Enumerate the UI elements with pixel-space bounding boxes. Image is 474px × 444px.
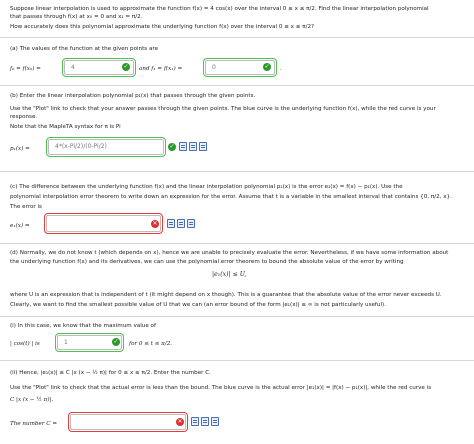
part-i-heading: (i) In this case, we know that the maxim… <box>10 323 156 329</box>
help-icon[interactable] <box>211 417 219 426</box>
cos-max-suffix: for 0 ≤ t ≤ π/2. <box>129 341 173 347</box>
intro-line-2: that passes through f(x) at x₀ = 0 and x… <box>10 14 143 20</box>
p1-input[interactable]: 4*(x-Pi/2)/(0-Pi/2) <box>46 137 166 157</box>
part-c-line-2: polynomial interpolation error theorem t… <box>10 194 452 200</box>
part-a-heading: (a) The values of the function at the gi… <box>10 46 159 52</box>
plot-icon[interactable] <box>177 219 185 228</box>
part-b-note-1b: response. <box>10 114 38 120</box>
divider <box>0 171 474 172</box>
f1-label: and f₁ = f(x₁) = <box>139 66 183 72</box>
error-bound-display: |e₁(x)| ≤ U, <box>212 271 247 278</box>
part-ii-line-2: Use the "Plot" link to check that the ac… <box>10 385 432 391</box>
part-b-heading: (b) Enter the linear interpolation polyn… <box>10 93 256 99</box>
plot-icon[interactable] <box>201 417 209 426</box>
f0-input-value: 4 <box>71 64 75 71</box>
divider <box>0 85 474 86</box>
part-b-note-1: Use the "Plot" link to check that your a… <box>10 106 436 112</box>
part-d-line-2: the underlying function f(x) and its der… <box>10 259 404 265</box>
part-b-note-2: Note that the MapleTA syntax for π is Pi <box>10 124 121 130</box>
correct-check-icon: ✓ <box>168 143 176 151</box>
divider <box>0 360 474 361</box>
p1-label: p₁(x) = <box>10 146 30 152</box>
c-label: The number C = <box>10 421 58 427</box>
preview-icon[interactable] <box>191 417 199 426</box>
preview-icon[interactable] <box>179 142 187 151</box>
preview-icon[interactable] <box>167 219 175 228</box>
intro-line-1: Suppose linear interpolation is used to … <box>10 6 429 12</box>
divider <box>0 37 474 38</box>
help-icon[interactable] <box>199 142 207 151</box>
incorrect-x-icon: ✕ <box>176 418 184 426</box>
intro-line-3: How accurately does this polynomial appr… <box>10 24 315 30</box>
period: . <box>280 66 282 72</box>
cos-max-label: | cos(t) | is <box>10 341 40 347</box>
plot-icon[interactable] <box>189 142 197 151</box>
part-c-line-3: The error is <box>10 204 42 210</box>
e1-label: e₁(x) = <box>10 223 30 229</box>
f1-input-value: 0 <box>212 64 216 71</box>
f0-label: f₀ = f(x₀) = <box>10 66 41 72</box>
correct-check-icon: ✓ <box>263 63 271 71</box>
part-d-line-1: (d) Normally, we do not know t (which de… <box>10 250 449 256</box>
part-d-line-4: Clearly, we want to find the smallest po… <box>10 302 386 308</box>
part-d-line-3: where U is an expression that is indepen… <box>10 292 442 298</box>
c-input[interactable] <box>68 412 188 432</box>
part-ii-line-1: (ii) Hence, |e₁(x)| ≤ C |x (x − ½ π)| fo… <box>10 370 211 376</box>
divider <box>0 316 474 317</box>
part-ii-line-3: C |x (x − ½ π)|. <box>10 397 54 403</box>
part-c-line-1: (c) The difference between the underlyin… <box>10 184 403 190</box>
cos-max-input-value: 1 <box>64 339 68 346</box>
p1-input-value: 4*(x-Pi/2)/(0-Pi/2) <box>55 143 107 150</box>
help-icon[interactable] <box>187 219 195 228</box>
question-page: Suppose linear interpolation is used to … <box>0 0 474 444</box>
correct-check-icon: ✓ <box>112 338 120 346</box>
correct-check-icon: ✓ <box>122 63 130 71</box>
e1-input[interactable] <box>44 213 163 234</box>
incorrect-x-icon: ✕ <box>151 220 159 228</box>
divider <box>0 243 474 244</box>
